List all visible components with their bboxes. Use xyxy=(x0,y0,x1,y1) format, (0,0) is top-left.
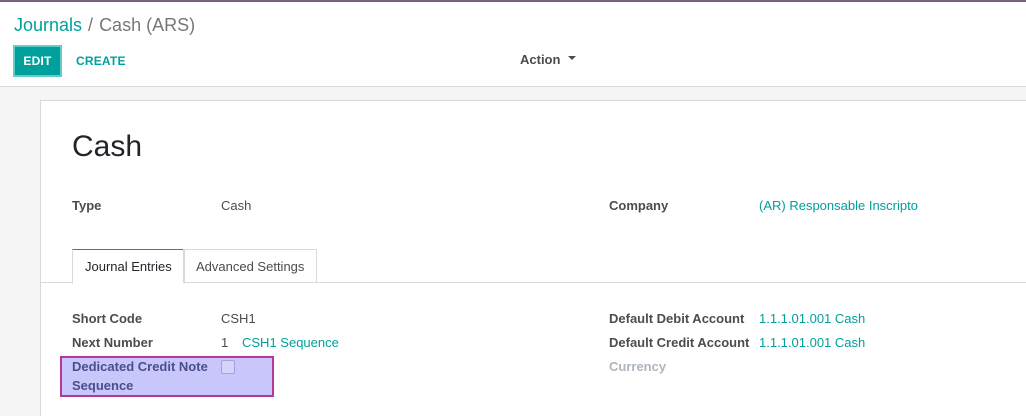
tab-journal-entries[interactable]: Journal Entries xyxy=(72,249,185,284)
action-dropdown-label: Action xyxy=(520,52,561,67)
breadcrumb-current: Cash (ARS) xyxy=(99,15,196,35)
breadcrumb-separator: / xyxy=(88,15,94,35)
create-button[interactable]: CREATE xyxy=(68,45,134,77)
dedicated-credit-note-label-line1: Dedicated Credit Note xyxy=(72,359,208,374)
default-credit-link[interactable]: 1.1.1.01.001 Cash xyxy=(759,335,865,351)
notebook-tabs: Journal Entries Advanced Settings xyxy=(40,249,1026,284)
company-link[interactable]: (AR) Responsable Inscripto xyxy=(759,198,918,214)
caret-down-icon xyxy=(568,55,577,60)
next-number-value: 1 xyxy=(221,335,229,350)
currency-label: Currency xyxy=(609,359,667,374)
breadcrumb: Journals / Cash (ARS) xyxy=(14,14,195,36)
breadcrumb-journals-link[interactable]: Journals xyxy=(14,15,82,35)
next-number-label: Next Number xyxy=(72,335,153,350)
type-value: Cash xyxy=(221,198,252,213)
default-credit-label: Default Credit Account xyxy=(609,335,750,350)
default-debit-link[interactable]: 1.1.1.01.001 Cash xyxy=(759,311,865,327)
control-panel: Journals / Cash (ARS) EDIT CREATE Action xyxy=(0,2,1026,87)
record-title: Cash xyxy=(72,130,143,163)
tab-advanced-settings[interactable]: Advanced Settings xyxy=(183,249,318,283)
short-code-value: CSH1 xyxy=(221,311,256,326)
action-dropdown[interactable]: Action xyxy=(520,52,577,67)
sequence-link[interactable]: CSH1 Sequence xyxy=(242,335,339,351)
edit-button[interactable]: EDIT xyxy=(13,45,62,77)
company-label: Company xyxy=(609,198,669,213)
dedicated-credit-note-label-line2: Sequence xyxy=(72,378,134,393)
default-debit-label: Default Debit Account xyxy=(609,311,745,326)
short-code-label: Short Code xyxy=(72,311,143,326)
dedicated-credit-note-checkbox[interactable] xyxy=(221,360,235,374)
type-label: Type xyxy=(72,198,102,213)
